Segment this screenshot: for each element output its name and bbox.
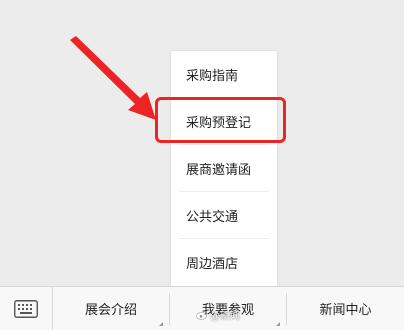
menu-item-exhibitor-invitation[interactable]: 展商邀请函 — [171, 145, 277, 191]
tab-label: 新闻中心 — [319, 303, 372, 318]
keyboard-icon — [14, 299, 38, 318]
watermark-text: @新闻 — [210, 311, 240, 322]
tab-exhibition-intro[interactable]: 展会介绍 — [53, 287, 169, 330]
tab-label: 展会介绍 — [84, 303, 137, 318]
menu-item-label: 采购指南 — [186, 68, 239, 84]
menu-item-purchase-guide[interactable]: 采购指南 — [171, 51, 277, 97]
menu-item-purchase-preregistration[interactable]: 采购预登记 — [171, 98, 277, 144]
menu-item-label: 公共交通 — [186, 209, 239, 225]
menu-item-label: 采购预登记 — [186, 115, 252, 131]
watermark: @新闻 — [196, 307, 240, 322]
submenu-popup: 采购指南 采购预登记 展商邀请函 公共交通 周边酒店 — [170, 50, 278, 289]
menu-item-public-transport[interactable]: 公共交通 — [171, 192, 277, 238]
submenu-indicator-icon — [159, 322, 163, 326]
menu-item-label: 展商邀请函 — [186, 162, 252, 178]
submenu-indicator-icon — [276, 322, 280, 326]
keyboard-toggle-button[interactable] — [0, 287, 53, 330]
menu-item-nearby-hotels[interactable]: 周边酒店 — [171, 239, 277, 285]
tab-news-center[interactable]: 新闻中心 — [287, 287, 404, 330]
menu-item-label: 周边酒店 — [186, 256, 239, 272]
weibo-logo-icon — [196, 311, 207, 320]
